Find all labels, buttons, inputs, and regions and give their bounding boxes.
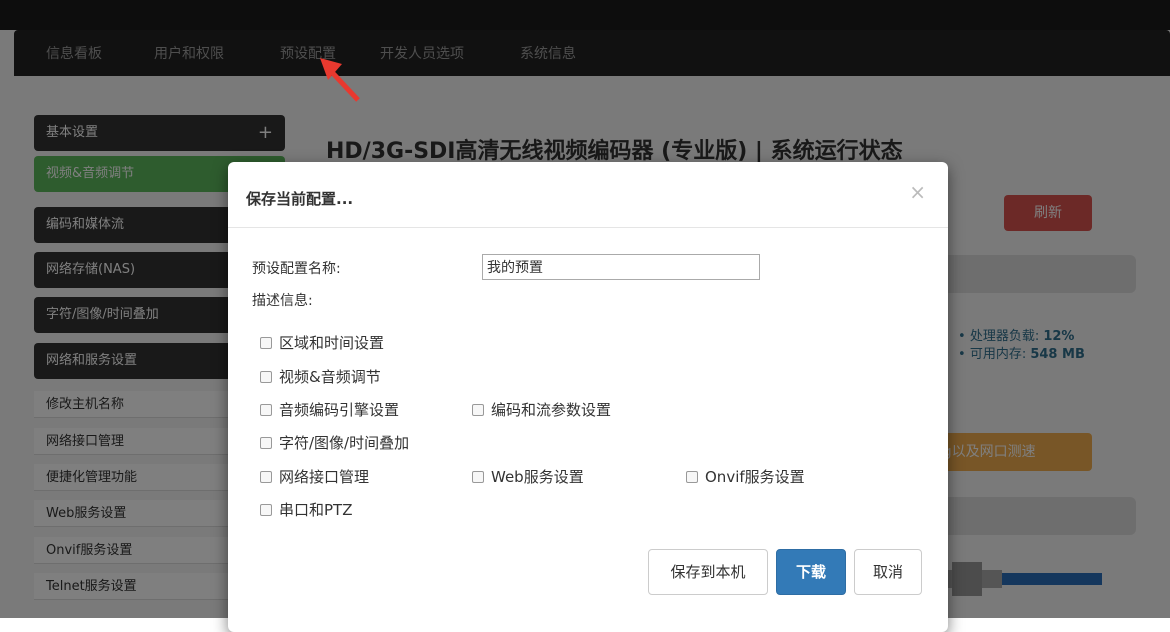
- download-button[interactable]: 下载: [776, 549, 846, 595]
- close-icon[interactable]: ×: [909, 180, 926, 204]
- option-label: 串口和PTZ: [279, 501, 353, 519]
- option-label: Onvif服务设置: [705, 468, 805, 486]
- description-label: 描述信息:: [252, 293, 313, 309]
- option-web-service[interactable]: Web服务设置: [472, 466, 584, 487]
- option-serial-ptz[interactable]: 串口和PTZ: [260, 499, 352, 520]
- option-encoding-stream[interactable]: 编码和流参数设置: [472, 399, 611, 420]
- option-onvif-service[interactable]: Onvif服务设置: [686, 466, 805, 487]
- checkbox[interactable]: [260, 436, 272, 449]
- checkbox[interactable]: [260, 470, 272, 483]
- dialog-title: 保存当前配置...: [246, 190, 354, 208]
- checkbox[interactable]: [260, 503, 272, 516]
- option-label: 区域和时间设置: [279, 334, 385, 352]
- preset-name-label: 预设配置名称:: [252, 261, 341, 277]
- red-arrow-annotation-icon: [320, 58, 360, 102]
- save-config-dialog: 保存当前配置... × 预设配置名称: 描述信息: 区域和时间设置 视频&音频调…: [228, 162, 948, 632]
- dialog-header: 保存当前配置... ×: [228, 162, 948, 228]
- option-label: 字符/图像/时间叠加: [279, 434, 410, 452]
- option-audio-engine[interactable]: 音频编码引擎设置: [260, 399, 399, 420]
- checkbox[interactable]: [260, 336, 272, 349]
- option-region-time[interactable]: 区域和时间设置: [260, 332, 384, 353]
- option-network-interface[interactable]: 网络接口管理: [260, 466, 369, 487]
- checkbox[interactable]: [260, 370, 272, 383]
- save-local-button[interactable]: 保存到本机: [648, 549, 768, 595]
- checkbox[interactable]: [260, 403, 272, 416]
- checkbox[interactable]: [472, 403, 484, 416]
- checkbox[interactable]: [472, 470, 484, 483]
- option-label: 视频&音频调节: [279, 368, 381, 386]
- checkbox[interactable]: [686, 470, 698, 483]
- preset-name-input[interactable]: [482, 254, 760, 280]
- option-label: Web服务设置: [491, 468, 584, 486]
- option-overlay[interactable]: 字符/图像/时间叠加: [260, 432, 409, 453]
- option-label: 编码和流参数设置: [491, 401, 612, 419]
- option-label: 音频编码引擎设置: [279, 401, 400, 419]
- option-label: 网络接口管理: [279, 468, 370, 486]
- option-video-audio[interactable]: 视频&音频调节: [260, 366, 381, 387]
- cancel-button[interactable]: 取消: [854, 549, 922, 595]
